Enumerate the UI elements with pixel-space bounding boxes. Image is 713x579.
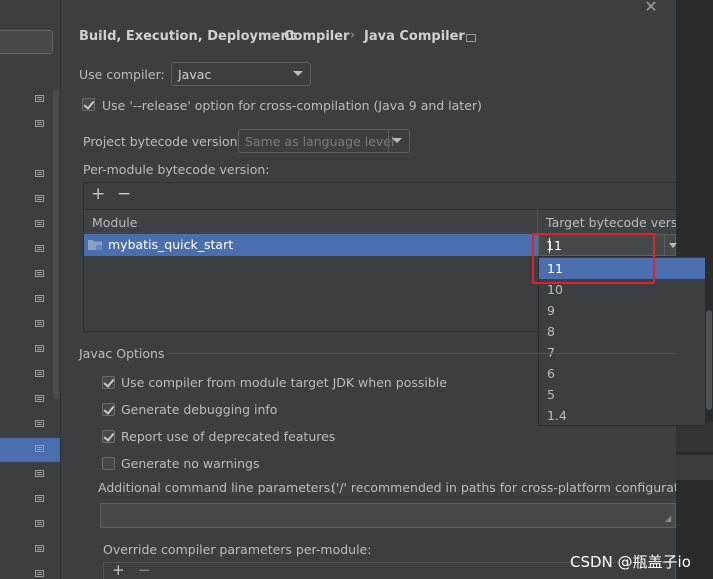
settings-tree-item-icon[interactable] (35, 220, 44, 227)
settings-tree-item-icon[interactable] (35, 120, 44, 127)
settings-tree-item-icon[interactable] (35, 245, 44, 252)
settings-tree-item-icon[interactable] (35, 445, 44, 452)
dropdown-option[interactable]: 5 (539, 384, 705, 405)
settings-tree-item-icon[interactable] (35, 320, 44, 327)
select-divider (664, 235, 665, 255)
javac-options-title: Javac Options (79, 346, 165, 361)
compiler-select[interactable]: Javac (171, 62, 311, 86)
close-icon[interactable]: ✕ (640, 0, 662, 16)
project-bytecode-label: Project bytecode version: (83, 134, 242, 149)
settings-tree-item-icon[interactable] (35, 470, 44, 477)
release-option-label: Use '--release' option for cross-compila… (102, 98, 482, 113)
settings-tree-item-icon[interactable] (35, 370, 44, 377)
override-params-label: Override compiler parameters per-module: (103, 542, 372, 557)
settings-tree-scrollbar[interactable] (53, 90, 59, 400)
scrollbar-thumb[interactable] (706, 310, 712, 410)
section-divider (168, 353, 676, 354)
per-module-label: Per-module bytecode version: (83, 162, 270, 177)
add-icon[interactable]: + (91, 184, 105, 204)
settings-tree-item-icon[interactable] (35, 545, 44, 552)
watermark: CSDN @瓶盖子io (570, 553, 691, 571)
settings-tree-item-icon[interactable] (35, 495, 44, 502)
column-header-module[interactable]: Module (92, 215, 137, 230)
breadcrumb-separator: › (270, 28, 276, 43)
settings-tree-item-icon[interactable] (35, 520, 44, 527)
dropdown-option[interactable]: 9 (539, 300, 705, 321)
settings-tree-item-icon[interactable] (35, 295, 44, 302)
additional-params-input[interactable] (100, 503, 676, 528)
use-module-jdk-label: Use compiler from module target JDK when… (121, 375, 447, 390)
settings-tree-item-icon[interactable] (35, 270, 44, 277)
settings-tree-selected-item[interactable] (0, 438, 60, 462)
breadcrumb-item: Build, Execution, Deployment (79, 29, 296, 44)
project-bytecode-placeholder: Same as language level (245, 134, 395, 149)
release-option-checkbox[interactable] (82, 98, 95, 111)
remove-icon[interactable]: − (138, 563, 151, 578)
module-folder-icon (88, 240, 102, 250)
background-window-band (676, 422, 713, 452)
chevron-down-icon (392, 138, 402, 143)
module-name: mybatis_quick_start (108, 237, 234, 252)
settings-tree-item-icon[interactable] (35, 395, 44, 402)
settings-tree-item-icon[interactable] (35, 345, 44, 352)
settings-scope-icon (466, 34, 476, 42)
settings-tree-item-icon[interactable] (35, 420, 44, 427)
additional-params-label: Additional command line parameters: (98, 480, 335, 495)
page-title: Java Compiler (364, 29, 465, 44)
settings-tree-item-icon[interactable] (35, 170, 44, 177)
project-bytecode-select[interactable]: Same as language level (238, 129, 410, 153)
no-warnings-label: Generate no warnings (121, 456, 260, 471)
compiler-select-value: Javac (178, 67, 212, 82)
per-module-toolbar: + − (84, 183, 676, 209)
select-divider (388, 130, 389, 152)
remove-icon[interactable]: − (117, 184, 131, 204)
debug-info-label: Generate debugging info (121, 402, 278, 417)
dropdown-option[interactable]: 8 (539, 321, 705, 342)
settings-tree-item-icon[interactable] (35, 195, 44, 202)
background-window-band (676, 455, 713, 480)
chevron-down-icon[interactable] (669, 243, 677, 248)
resize-handle-icon[interactable]: ◢ (665, 515, 671, 523)
dropdown-option[interactable]: 1.4 (539, 405, 705, 426)
debug-info-checkbox[interactable] (102, 403, 115, 416)
settings-tree-panel (0, 0, 61, 579)
settings-search-input[interactable] (0, 30, 53, 54)
column-divider[interactable] (537, 209, 538, 234)
deprecated-label: Report use of deprecated features (121, 429, 336, 444)
add-icon[interactable]: + (112, 563, 125, 578)
breadcrumb-separator: › (350, 28, 356, 43)
settings-tree-item-icon[interactable] (35, 570, 44, 577)
chevron-down-icon (293, 71, 303, 76)
deprecated-checkbox[interactable] (102, 430, 115, 443)
table-header: Module Target bytecode version (84, 209, 676, 236)
use-module-jdk-checkbox[interactable] (102, 376, 115, 389)
highlight-annotation-box (532, 233, 655, 284)
no-warnings-checkbox[interactable] (102, 457, 115, 470)
additional-params-hint: ('/' recommended in paths for cross-plat… (331, 480, 676, 495)
use-compiler-label: Use compiler: (79, 67, 165, 82)
settings-tree-item-icon[interactable] (35, 95, 44, 102)
dropdown-option[interactable]: 6 (539, 363, 705, 384)
column-header-target[interactable]: Target bytecode version (546, 215, 676, 230)
breadcrumb-item: Compiler (284, 29, 350, 44)
